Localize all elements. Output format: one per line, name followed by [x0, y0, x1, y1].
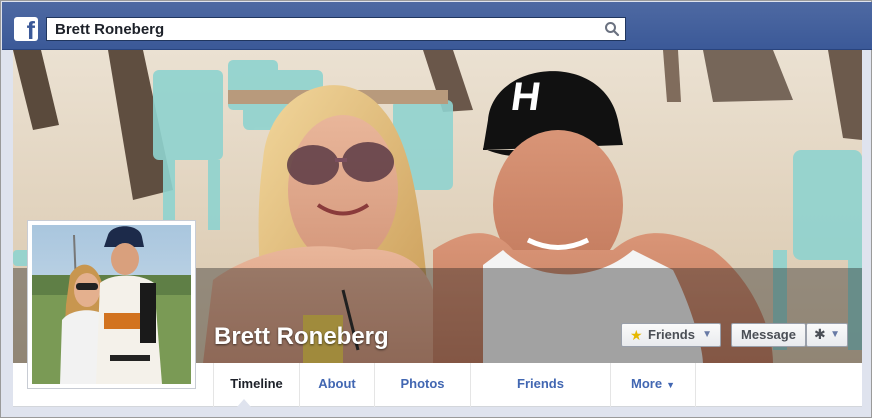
profile-photo-image	[32, 225, 191, 384]
search-icon[interactable]	[604, 21, 620, 37]
star-icon: ★	[630, 327, 643, 343]
tab-friends[interactable]: Friends	[470, 363, 610, 407]
profile-picture[interactable]	[27, 220, 196, 389]
top-navigation-bar: f Brett Roneberg	[2, 2, 872, 50]
tab-about[interactable]: About	[299, 363, 374, 407]
friends-button-label: Friends	[648, 327, 695, 342]
search-input[interactable]: Brett Roneberg	[55, 21, 164, 38]
settings-button[interactable]: ✱ ▼	[806, 323, 848, 347]
tab-more[interactable]: More ▼	[610, 363, 696, 407]
friends-button[interactable]: ★ Friends ▼	[621, 323, 721, 347]
message-button[interactable]: Message	[731, 323, 806, 347]
tab-timeline[interactable]: Timeline	[213, 363, 299, 407]
window-frame: f Brett Roneberg H Brett Roneberg ★ Frie…	[0, 0, 872, 418]
profile-name[interactable]: Brett Roneberg	[214, 323, 389, 351]
gear-icon: ✱	[814, 326, 826, 342]
chevron-down-icon: ▼	[666, 380, 675, 390]
tab-more-label: More	[631, 376, 663, 391]
tab-photos[interactable]: Photos	[374, 363, 470, 407]
message-button-label: Message	[741, 327, 796, 342]
chevron-down-icon: ▼	[702, 329, 712, 340]
chevron-down-icon: ▼	[830, 329, 840, 340]
search-box[interactable]: Brett Roneberg	[46, 17, 626, 41]
facebook-f-icon[interactable]: f	[14, 17, 38, 41]
active-tab-indicator	[237, 399, 251, 407]
